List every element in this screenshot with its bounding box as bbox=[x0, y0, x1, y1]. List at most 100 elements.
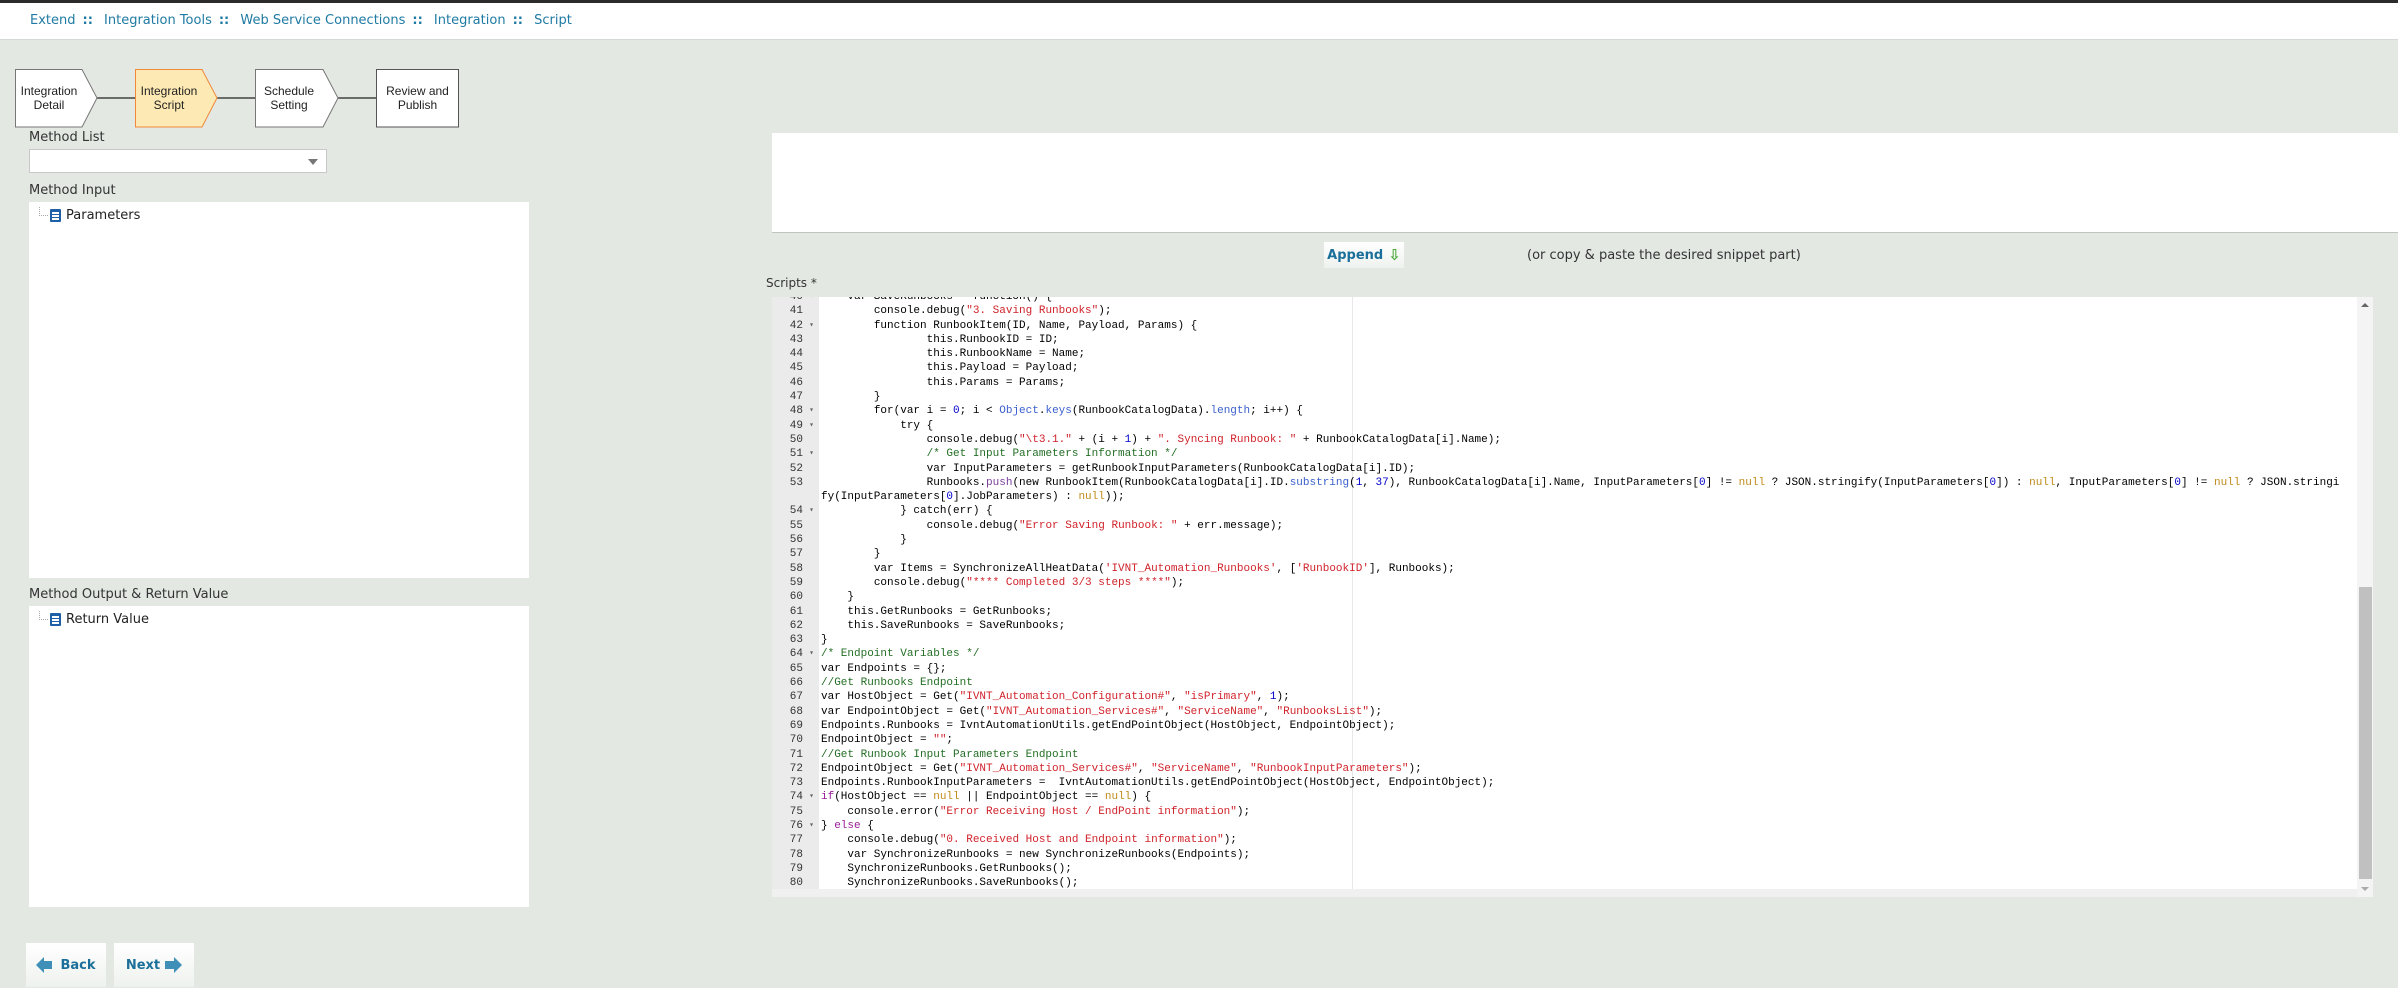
code-line[interactable]: 60 } bbox=[772, 590, 2358, 605]
code-text: } bbox=[821, 548, 881, 561]
code-line[interactable]: 50 console.debug("\t3.1." + (i + 1) + ".… bbox=[772, 432, 2358, 448]
method-list-label: Method List bbox=[29, 130, 105, 145]
code-line[interactable]: 65 var Endpoints = {}; bbox=[772, 661, 2358, 677]
code-text: var SynchronizeRunbooks = new Synchroniz… bbox=[821, 848, 1251, 861]
code-text: console.error("Error Receiving Host / En… bbox=[821, 805, 1251, 818]
line-number: 62 bbox=[772, 618, 819, 634]
code-line[interactable]: 77 console.debug("0. Received Host and E… bbox=[772, 833, 2358, 848]
breadcrumb-integration-tools[interactable]: Integration Tools bbox=[104, 13, 212, 28]
fold-toggle-icon[interactable]: ▾ bbox=[809, 819, 814, 833]
code-line[interactable]: 52 var InputParameters = getRunbookInput… bbox=[772, 461, 2358, 476]
wizard-step-schedule-setting[interactable]: Schedule Setting bbox=[255, 69, 323, 127]
code-line[interactable]: 68 var EndpointObject = Get("IVNT_Automat… bbox=[772, 704, 2358, 719]
code-lines[interactable]: 40▾ var SaveRunbooks = function() {41 co… bbox=[772, 297, 2358, 897]
code-line[interactable]: 40▾ var SaveRunbooks = function() { bbox=[772, 297, 2358, 305]
code-line[interactable]: 70 EndpointObject = ""; bbox=[772, 733, 2358, 748]
code-line[interactable]: 53 Runbooks.push(new RunbookItem(Runbook… bbox=[772, 475, 2358, 505]
line-number: 72 bbox=[772, 761, 819, 777]
code-line[interactable]: 63} bbox=[772, 633, 2358, 648]
code-text: function RunbookItem(ID, Name, Payload, … bbox=[821, 319, 1198, 332]
line-number: 50 bbox=[772, 432, 819, 448]
code-line[interactable]: 51 ▾ /* Get Input Parameters Information … bbox=[772, 447, 2358, 462]
line-number: 77 bbox=[772, 833, 819, 848]
append-button[interactable]: Append ⇩ bbox=[1324, 242, 1404, 268]
chevron-down-icon[interactable] bbox=[308, 159, 318, 165]
line-number: 61 bbox=[772, 604, 819, 619]
code-line[interactable]: 64 ▾/* Endpoint Variables */ bbox=[772, 647, 2358, 662]
line-number: 67 bbox=[772, 690, 819, 705]
code-line[interactable]: 45 this.Payload = Payload; bbox=[772, 361, 2358, 376]
line-number: 45 bbox=[772, 361, 819, 376]
scroll-down-icon[interactable] bbox=[2361, 887, 2369, 891]
code-line[interactable]: 72 EndpointObject = Get("IVNT_Automation_… bbox=[772, 761, 2358, 777]
script-editor[interactable]: 40▾ var SaveRunbooks = function() {41 co… bbox=[772, 297, 2373, 897]
fold-toggle-icon[interactable]: ▾ bbox=[809, 419, 814, 433]
breadcrumb-extend[interactable]: Extend bbox=[30, 13, 76, 28]
breadcrumb-integration[interactable]: Integration bbox=[434, 13, 506, 28]
code-line[interactable]: 58 var Items = SynchronizeAllHeatData('I… bbox=[772, 561, 2358, 576]
breadcrumb-web-service-connections[interactable]: Web Service Connections bbox=[240, 13, 405, 28]
fold-toggle-icon[interactable]: ▾ bbox=[809, 504, 814, 518]
code-line[interactable]: 69 Endpoints.Runbooks = IvntAutomationUti… bbox=[772, 718, 2358, 734]
code-line[interactable]: 47 } bbox=[772, 390, 2358, 405]
line-number: 65 bbox=[772, 661, 819, 677]
fold-toggle-icon[interactable]: ▾ bbox=[809, 647, 814, 661]
scroll-up-icon[interactable] bbox=[2361, 303, 2369, 307]
tree-item-return-value[interactable]: Return Value bbox=[39, 611, 149, 627]
code-line[interactable]: 42 ▾ function RunbookItem(ID, Name, Paylo… bbox=[772, 318, 2358, 333]
code-text: EndpointObject = Get("IVNT_Automation_Se… bbox=[821, 762, 1422, 775]
code-text: console.debug("Error Saving Runbook: " +… bbox=[821, 519, 1284, 532]
code-text: } bbox=[821, 534, 907, 547]
scrollbar-thumb[interactable] bbox=[2359, 587, 2372, 879]
line-number: 53 bbox=[772, 475, 819, 505]
code-line[interactable]: 67 var HostObject = Get("IVNT_Automation_… bbox=[772, 690, 2358, 705]
code-line[interactable]: 73 Endpoints.RunbookInputParameters = Ivn… bbox=[772, 776, 2358, 791]
code-line[interactable]: 43 this.RunbookID = ID; bbox=[772, 332, 2358, 348]
line-number: 63 bbox=[772, 633, 819, 648]
horizontal-scrollbar[interactable] bbox=[772, 889, 2357, 897]
snippet-textarea[interactable] bbox=[772, 133, 2398, 233]
next-label: Next bbox=[125, 957, 161, 973]
code-line[interactable]: 48 ▾ for(var i = 0; i < Object.keys(Runbo… bbox=[772, 404, 2358, 419]
code-text: Endpoints.RunbookInputParameters = IvntA… bbox=[821, 777, 1495, 790]
line-number: 58 bbox=[772, 561, 819, 576]
code-text: //Get Runbooks Endpoint bbox=[821, 677, 973, 690]
fold-toggle-icon[interactable]: ▾ bbox=[809, 404, 814, 418]
vertical-scrollbar[interactable] bbox=[2357, 297, 2373, 897]
wizard-step-review-publish[interactable]: Review and Publish bbox=[376, 69, 459, 127]
fold-toggle-icon[interactable]: ▾ bbox=[809, 790, 814, 804]
code-line[interactable]: 79 SynchronizeRunbooks.GetRunbooks(); bbox=[772, 861, 2358, 877]
fold-toggle-icon[interactable]: ▾ bbox=[809, 297, 814, 304]
code-line[interactable]: 76 ▾} else { bbox=[772, 818, 2358, 834]
code-line[interactable]: 66//Get Runbooks Endpoint bbox=[772, 676, 2358, 691]
code-line[interactable]: 41 console.debug("3. Saving Runbooks"); bbox=[772, 304, 2358, 319]
code-line[interactable]: 62 this.SaveRunbooks = SaveRunbooks; bbox=[772, 618, 2358, 634]
code-line[interactable]: 49 ▾ try { bbox=[772, 418, 2358, 433]
code-line[interactable]: 57 } bbox=[772, 547, 2358, 562]
code-text: } bbox=[821, 391, 881, 404]
code-text: } else { bbox=[821, 819, 874, 832]
line-number: 51 ▾ bbox=[772, 447, 819, 462]
wizard-step-integration-detail[interactable]: Integration Detail bbox=[15, 69, 83, 127]
code-line[interactable]: 59 console.debug("**** Completed 3/3 ste… bbox=[772, 575, 2358, 591]
code-line[interactable]: 55 console.debug("Error Saving Runbook: … bbox=[772, 518, 2358, 534]
code-line[interactable]: 78 var SynchronizeRunbooks = new Synchro… bbox=[772, 847, 2358, 862]
code-line[interactable]: 44 this.RunbookName = Name; bbox=[772, 347, 2358, 362]
tree-item-parameters[interactable]: Parameters bbox=[39, 207, 140, 223]
code-line[interactable]: 61 this.GetRunbooks = GetRunbooks; bbox=[772, 604, 2358, 619]
code-line[interactable]: 46 this.Params = Params; bbox=[772, 375, 2358, 391]
back-button[interactable]: Back bbox=[26, 943, 106, 987]
code-line[interactable]: 74 ▾ if(HostObject == null || EndpointObje… bbox=[772, 790, 2358, 805]
code-line[interactable]: 75 console.error("Error Receiving Host /… bbox=[772, 804, 2358, 819]
fold-toggle-icon[interactable]: ▾ bbox=[809, 447, 814, 461]
wizard-step-integration-script[interactable]: Integration Script bbox=[135, 69, 203, 127]
fold-toggle-icon[interactable]: ▾ bbox=[809, 319, 814, 333]
line-number: 73 bbox=[772, 776, 819, 791]
next-button[interactable]: Next bbox=[114, 943, 194, 987]
code-line[interactable]: 54 ▾ } catch(err) { bbox=[772, 504, 2358, 519]
method-list-select[interactable] bbox=[29, 149, 327, 173]
code-text: //Get Runbook Input Parameters Endpoint bbox=[821, 748, 1079, 761]
code-line[interactable]: 71//Get Runbook Input Parameters Endpoin… bbox=[772, 747, 2358, 762]
code-line[interactable]: 56 } bbox=[772, 533, 2358, 548]
breadcrumb-script[interactable]: Script bbox=[534, 13, 572, 28]
